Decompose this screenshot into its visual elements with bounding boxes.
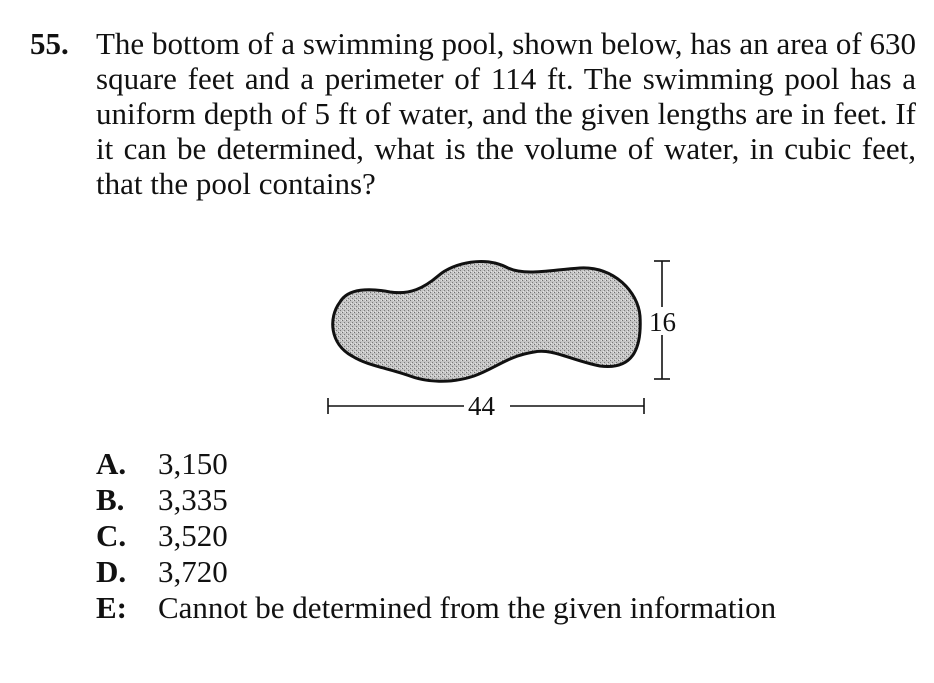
height-dimension: 16 xyxy=(648,260,684,380)
choice-letter: C. xyxy=(96,518,127,553)
choice-letter: B. xyxy=(96,482,125,517)
choice-e[interactable]: E: Cannot be determined from the given i… xyxy=(96,590,776,626)
choice-text: Cannot be determined from the given info… xyxy=(158,590,777,625)
question-number: 55. xyxy=(30,26,69,61)
choice-letter: A. xyxy=(96,446,127,481)
height-label: 16 xyxy=(649,307,676,337)
width-label: 44 xyxy=(468,391,496,421)
choice-b[interactable]: B. 3,335 xyxy=(96,482,776,518)
choice-a[interactable]: A. 3,150 xyxy=(96,446,776,482)
choice-c[interactable]: C. 3,520 xyxy=(96,518,776,554)
answer-choices: A. 3,150 B. 3,335 C. 3,520 D. 3,720 E: C… xyxy=(96,446,776,626)
question-text: The bottom of a swimming pool, shown bel… xyxy=(96,26,916,201)
choice-text: 3,150 xyxy=(158,446,228,481)
choice-letter: E: xyxy=(96,590,127,625)
pool-diagram: 16 44 xyxy=(327,260,684,421)
pool-figure: 16 44 xyxy=(318,252,698,424)
choice-text: 3,720 xyxy=(158,554,228,589)
choice-text: 3,335 xyxy=(158,482,228,517)
pool-outline xyxy=(331,260,642,383)
choice-letter: D. xyxy=(96,554,127,589)
choice-text: 3,520 xyxy=(158,518,228,553)
width-dimension: 44 xyxy=(327,391,645,421)
choice-d[interactable]: D. 3,720 xyxy=(96,554,776,590)
